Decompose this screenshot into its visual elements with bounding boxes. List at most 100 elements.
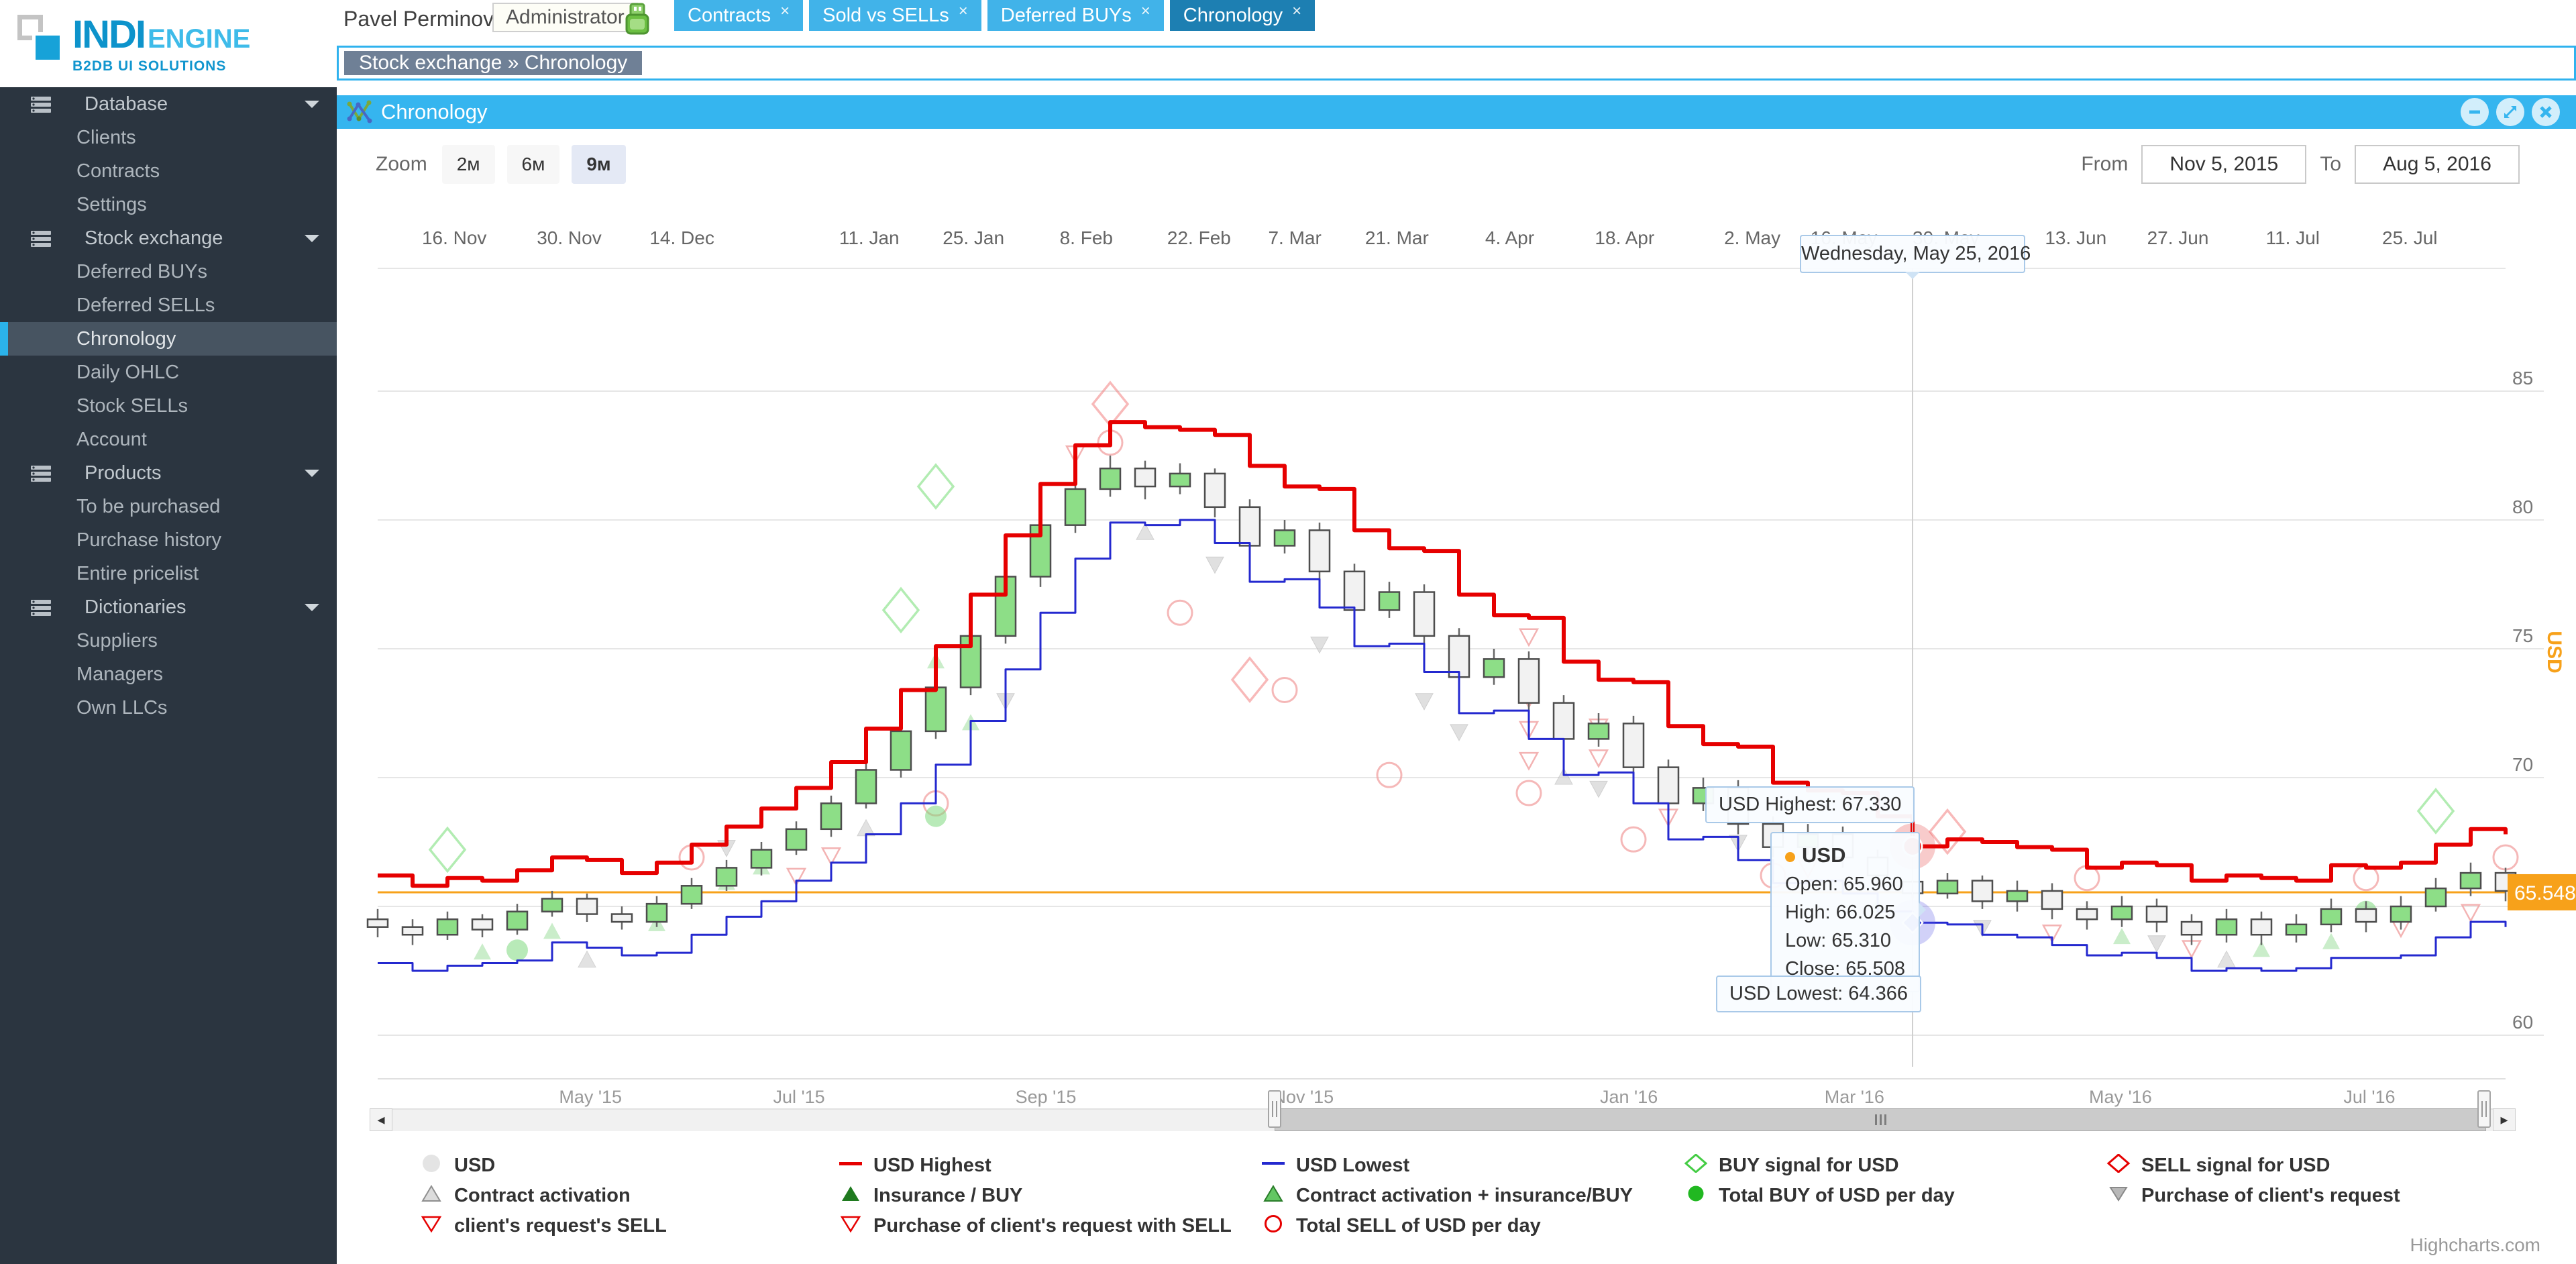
svg-text:18. Apr: 18. Apr (1595, 227, 1654, 248)
tab-close-icon[interactable]: × (1292, 2, 1301, 20)
chart-scrollbar: ◂ ▸ (370, 1108, 2516, 1131)
tri-down-gray-icon (2106, 1184, 2131, 1208)
legend-column: BUY signal for USDTotal BUY of USD per d… (1684, 1151, 1955, 1211)
svg-text:2. May: 2. May (1724, 227, 1780, 248)
sidebar-item-purchase-history[interactable]: Purchase history (0, 523, 337, 557)
sidebar-item-own-llcs[interactable]: Own LLCs (0, 691, 337, 725)
zoom-button-6[interactable]: 6м (507, 145, 560, 184)
sidebar-item-contracts[interactable]: Contracts (0, 154, 337, 188)
scroll-left-button[interactable]: ◂ (370, 1108, 392, 1131)
svg-text:60: 60 (2512, 1012, 2533, 1033)
tab-contracts[interactable]: Contracts× (674, 0, 803, 31)
zoom-buttons: 2м 6м 9м (442, 145, 626, 184)
sidebar-item-managers[interactable]: Managers (0, 657, 337, 691)
to-label: To (2320, 153, 2341, 176)
svg-text:Sep '15: Sep '15 (1016, 1087, 1077, 1107)
scroll-right-button[interactable]: ▸ (2493, 1108, 2516, 1131)
tab-close-icon[interactable]: × (780, 2, 790, 20)
legend-item-contract-activation[interactable]: Contract activation (419, 1181, 667, 1211)
svg-text:22. Feb: 22. Feb (1167, 227, 1231, 248)
svg-text:Nov '15: Nov '15 (1273, 1087, 1334, 1107)
legend-item-purchase-of-client-s-request[interactable]: Purchase of client's request (2106, 1181, 2400, 1211)
tab-deferred-buys[interactable]: Deferred BUYs× (987, 0, 1164, 31)
sidebar-group-stock-exchange[interactable]: Stock exchange (0, 221, 337, 255)
svg-text:30. Nov: 30. Nov (537, 227, 602, 248)
legend-item-client-s-request-s-sell[interactable]: client's request's SELL (419, 1211, 667, 1241)
svg-text:27. Jun: 27. Jun (2147, 227, 2209, 248)
zoom-button-2[interactable]: 2м (442, 145, 495, 184)
sidebar-group-products[interactable]: Products (0, 456, 337, 490)
from-date-input[interactable] (2141, 145, 2306, 184)
sidebar-item-deferred-buys[interactable]: Deferred BUYs (0, 255, 337, 288)
sidebar-item-deferred-sells[interactable]: Deferred SELLs (0, 288, 337, 322)
breadcrumb-bar: Stock exchange » Chronology (337, 46, 2576, 81)
navigator-handle-right[interactable] (2477, 1090, 2491, 1128)
svg-text:Mar '16: Mar '16 (1825, 1087, 1884, 1107)
circle-outline-red-icon (1261, 1214, 1285, 1239)
svg-text:16. Nov: 16. Nov (422, 227, 487, 248)
legend-item-total-buy-of-usd-per-day[interactable]: Total BUY of USD per day (1684, 1181, 1955, 1211)
chevron-down-icon (305, 235, 319, 242)
svg-text:21. Mar: 21. Mar (1365, 227, 1429, 248)
window-titlebar: Chronology (337, 95, 2576, 129)
legend-column: USDContract activationclient's request's… (419, 1151, 667, 1241)
tab-close-icon[interactable]: × (1141, 2, 1150, 20)
minimize-button[interactable] (2461, 98, 2489, 126)
legend-item-purchase-of-client-s-request-with-sell[interactable]: Purchase of client's request with SELL (839, 1211, 1232, 1241)
close-button[interactable] (2532, 98, 2560, 126)
sidebar-item-daily-ohlc[interactable]: Daily OHLC (0, 356, 337, 389)
role-selector[interactable]: Administrator (492, 3, 638, 32)
connection-status-icon[interactable] (621, 3, 653, 41)
highcharts-credit[interactable]: Highcharts.com (2410, 1234, 2540, 1256)
legend-item-total-sell-of-usd-per-day[interactable]: Total SELL of USD per day (1261, 1211, 1633, 1241)
highest-tooltip: USD Highest: 67.330 (1705, 786, 1915, 823)
app-root: INDI ENGINE B2DB UI SOLUTIONS DatabaseCl… (0, 0, 2576, 1264)
brand-secondary: ENGINE (148, 24, 250, 54)
svg-text:8. Feb: 8. Feb (1060, 227, 1113, 248)
diamond-outline-red-icon (2106, 1154, 2131, 1178)
tab-sold-vs-sells[interactable]: Sold vs SELLs× (809, 0, 981, 31)
sidebar-item-stock-sells[interactable]: Stock SELLs (0, 389, 337, 423)
to-date-input[interactable] (2355, 145, 2520, 184)
legend-item-usd[interactable]: USD (419, 1151, 667, 1181)
user-name: Pavel Perminov (343, 7, 494, 32)
legend-item-contract-activation-insurance-buy[interactable]: Contract activation + insurance/BUY (1261, 1181, 1633, 1211)
sidebar-item-entire-pricelist[interactable]: Entire pricelist (0, 557, 337, 590)
legend-item-insurance-buy[interactable]: Insurance / BUY (839, 1181, 1232, 1211)
sidebar-item-to-be-purchased[interactable]: To be purchased (0, 490, 337, 523)
brand-primary: INDI (72, 12, 145, 57)
zoom-label: Zoom (376, 153, 427, 176)
sidebar-item-clients[interactable]: Clients (0, 121, 337, 154)
svg-text:May '15: May '15 (559, 1087, 622, 1107)
svg-text:75: 75 (2512, 625, 2533, 646)
legend-item-usd-highest[interactable]: USD Highest (839, 1151, 1232, 1181)
svg-text:May '16: May '16 (2089, 1087, 2152, 1107)
tab-chronology[interactable]: Chronology× (1170, 0, 1315, 31)
tab-close-icon[interactable]: × (959, 2, 968, 20)
svg-text:7. Mar: 7. Mar (1268, 227, 1321, 248)
scrollbar-thumb[interactable] (1275, 1108, 2486, 1131)
zoom-button-9[interactable]: 9м (572, 145, 625, 184)
maximize-button[interactable] (2496, 98, 2524, 126)
svg-text:13. Jun: 13. Jun (2045, 227, 2106, 248)
sidebar-group-dictionaries[interactable]: Dictionaries (0, 590, 337, 624)
sidebar-item-account[interactable]: Account (0, 423, 337, 456)
zoom-toolbar: Zoom 2м 6м 9м (376, 145, 626, 184)
legend-item-usd-lowest[interactable]: USD Lowest (1261, 1151, 1633, 1181)
chart-legend: USDContract activationclient's request's… (337, 1151, 2576, 1251)
legend-column: USD LowestContract activation + insuranc… (1261, 1151, 1633, 1241)
svg-text:14. Dec: 14. Dec (649, 227, 714, 248)
date-range-toolbar: From To (2081, 145, 2520, 184)
chevron-down-icon (305, 604, 319, 611)
sidebar-item-suppliers[interactable]: Suppliers (0, 624, 337, 657)
sidebar-group-database[interactable]: Database (0, 87, 337, 121)
navigator-handle-left[interactable] (1268, 1090, 1281, 1128)
legend-item-sell-signal-for-usd[interactable]: SELL signal for USD (2106, 1151, 2400, 1181)
legend-item-buy-signal-for-usd[interactable]: BUY signal for USD (1684, 1151, 1955, 1181)
diamond-outline-green-icon (1684, 1154, 1708, 1178)
price-chart: 60657075808516. Nov30. Nov14. Dec11. Jan… (337, 129, 2576, 1264)
sidebar-item-chronology[interactable]: Chronology (0, 322, 337, 356)
circle-green-icon (1684, 1184, 1708, 1208)
breadcrumb[interactable]: Stock exchange » Chronology (344, 51, 642, 75)
sidebar-item-settings[interactable]: Settings (0, 188, 337, 221)
